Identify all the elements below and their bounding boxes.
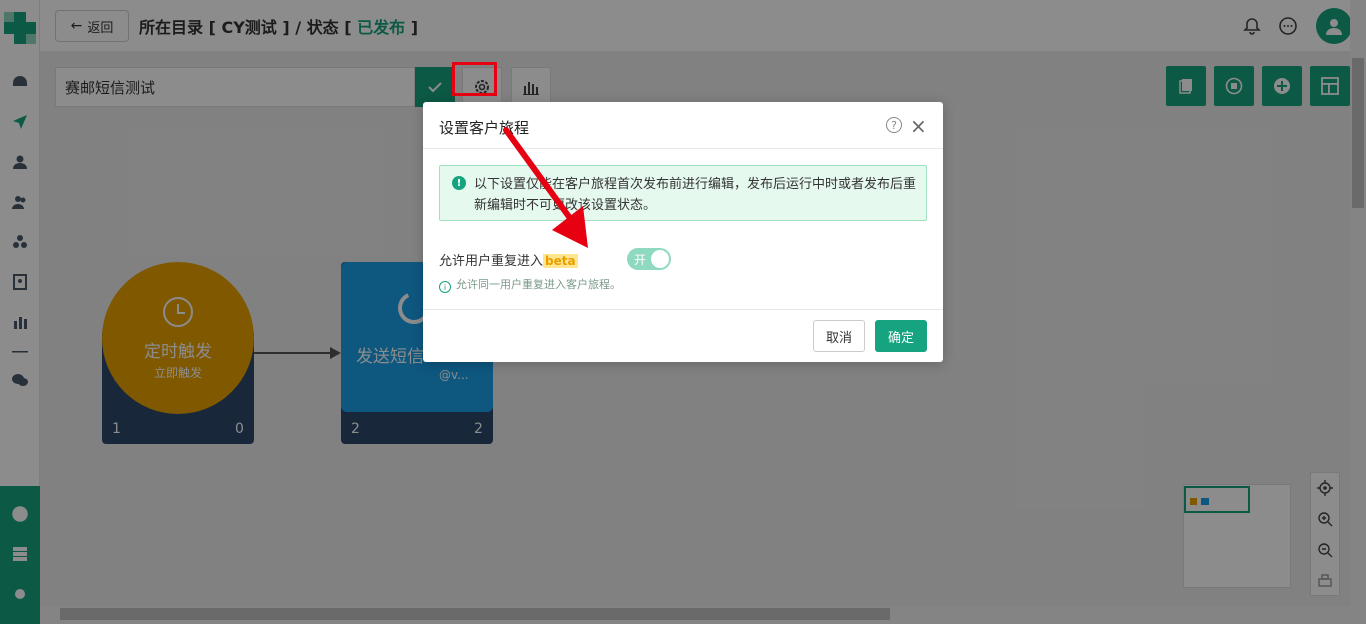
- toggle-text: 开: [634, 253, 647, 267]
- repeat-entry-hint: i 允许同一用户重复进入客户旅程。: [439, 276, 621, 293]
- info-alert: ! 以下设置仅能在客户旅程首次发布前进行编辑，发布后运行中时或者发布后重新编辑时…: [439, 165, 927, 221]
- toggle-knob: [651, 250, 669, 268]
- info-icon: !: [452, 176, 466, 190]
- dialog-footer-divider: [423, 309, 943, 310]
- dialog-divider: [423, 148, 943, 149]
- dialog-title: 设置客户旅程: [439, 119, 530, 137]
- alert-text: 以下设置仅能在客户旅程首次发布前进行编辑，发布后运行中时或者发布后重新编辑时不可…: [474, 177, 917, 213]
- repeat-entry-toggle[interactable]: 开: [627, 248, 671, 270]
- cancel-button[interactable]: 取消: [813, 320, 865, 352]
- close-icon[interactable]: ×: [910, 114, 927, 138]
- info-circle-icon: i: [439, 281, 451, 293]
- repeat-entry-text: 允许用户重复进入: [439, 254, 544, 269]
- hint-text: 允许同一用户重复进入客户旅程。: [456, 278, 621, 291]
- journey-settings-dialog: 设置客户旅程 ? × ! 以下设置仅能在客户旅程首次发布前进行编辑，发布后运行中…: [423, 102, 943, 362]
- repeat-entry-label: 允许用户重复进入 beta: [439, 250, 578, 269]
- highlight-box: [452, 62, 497, 96]
- help-icon[interactable]: ?: [886, 117, 902, 133]
- ok-button[interactable]: 确定: [875, 320, 927, 352]
- beta-badge: beta: [543, 254, 578, 268]
